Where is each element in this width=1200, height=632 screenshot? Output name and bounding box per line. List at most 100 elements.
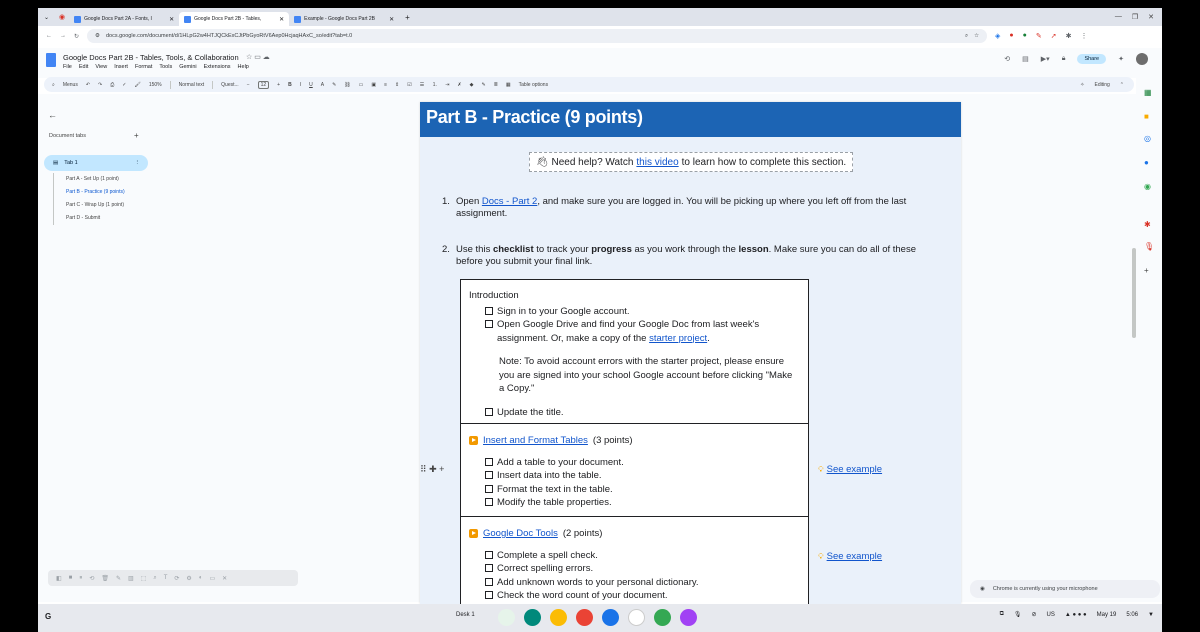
- checkbox[interactable]: [485, 457, 493, 466]
- see-example-link[interactable]: See example: [827, 551, 882, 562]
- border-color-icon[interactable]: ✎: [481, 82, 485, 88]
- menu-file[interactable]: File: [63, 64, 72, 70]
- menu-tools[interactable]: Tools: [159, 64, 172, 70]
- locale-label[interactable]: US: [1047, 612, 1055, 618]
- tab-options-icon[interactable]: ⋮: [135, 160, 149, 166]
- close-tab-icon[interactable]: ✕: [279, 16, 284, 23]
- close-window-icon[interactable]: ✕: [1148, 13, 1154, 21]
- checkbox[interactable]: [485, 306, 493, 315]
- omnibox[interactable]: ⚙ docs.google.com/document/d/1HLpG2w4HTJ…: [87, 29, 988, 43]
- editing-mode-select[interactable]: Editing: [1095, 82, 1110, 88]
- tasks-icon[interactable]: ◎: [1144, 134, 1151, 143]
- files-app-icon[interactable]: [602, 609, 619, 626]
- extension-rocket-icon[interactable]: ➚: [1051, 32, 1057, 40]
- classroom-app-icon[interactable]: [524, 609, 541, 626]
- bookmark-star-icon[interactable]: ☆: [974, 33, 979, 39]
- extension-shield-icon[interactable]: ◈: [995, 32, 1000, 40]
- minimize-icon[interactable]: —: [1115, 13, 1122, 21]
- checklist-icon[interactable]: ☑: [407, 82, 411, 88]
- fill-color-icon[interactable]: ◆: [470, 82, 474, 88]
- highlight-icon[interactable]: ✎: [332, 82, 336, 88]
- table-row[interactable]: Insert and Format Tables (3 points) Add a…: [461, 424, 808, 517]
- table-options-button[interactable]: Table options: [519, 82, 548, 88]
- bullet-list-icon[interactable]: ☰: [420, 82, 424, 88]
- contacts-icon[interactable]: ●: [1144, 158, 1149, 167]
- table-icon[interactable]: ▦: [506, 82, 511, 88]
- menu-help[interactable]: Help: [238, 64, 249, 70]
- avatar[interactable]: [1136, 53, 1148, 65]
- desk-label[interactable]: Desk 1: [456, 612, 475, 618]
- stop-icon[interactable]: ⊘: [1031, 611, 1036, 618]
- document-page[interactable]: Part B - Practice (9 points) 👋︎ Need hel…: [420, 102, 961, 604]
- forward-icon[interactable]: →: [60, 33, 66, 39]
- screencast-app-icon[interactable]: [680, 609, 697, 626]
- system-tray[interactable]: ⧉ 🎙︎ ⊘ US ▲ ● ● ● May 19 5:06 ▼: [1000, 611, 1154, 618]
- numbered-list-icon[interactable]: ⒈: [432, 81, 437, 88]
- image-icon[interactable]: ▣: [371, 82, 376, 88]
- menu-edit[interactable]: Edit: [79, 64, 88, 70]
- docs-logo-icon[interactable]: [46, 53, 56, 67]
- increase-font-icon[interactable]: +: [277, 82, 280, 88]
- faded-tool-icon[interactable]: ■: [69, 575, 73, 581]
- meet-icon[interactable]: ▶▾: [1041, 55, 1050, 63]
- sidebar-tab-1[interactable]: ▤ Tab 1 ⋮: [44, 155, 148, 171]
- phone-app-icon[interactable]: [498, 609, 515, 626]
- faded-tool-icon[interactable]: ⌕: [153, 575, 156, 582]
- close-tab-icon[interactable]: ✕: [169, 16, 174, 23]
- wifi-icon[interactable]: ▼: [1148, 612, 1154, 618]
- text-color-icon[interactable]: A: [321, 82, 324, 88]
- slides-app-icon[interactable]: [550, 609, 567, 626]
- docs-part-2-link[interactable]: Docs - Part 2: [482, 196, 537, 207]
- gemini-tool-icon[interactable]: ✧: [1080, 82, 1084, 88]
- border-width-icon[interactable]: ≣: [494, 82, 498, 88]
- lock-icon[interactable]: 🔒︎: [1062, 55, 1066, 63]
- print-icon[interactable]: ⎙: [110, 82, 114, 88]
- screenshot-icon[interactable]: ⧉: [1000, 611, 1004, 618]
- link-icon[interactable]: ⛓: [344, 82, 350, 88]
- add-addon-icon[interactable]: +: [1144, 266, 1149, 275]
- menu-view[interactable]: View: [95, 64, 107, 70]
- addon-red-icon[interactable]: ✱: [1144, 220, 1151, 229]
- gemini-icon[interactable]: ✦: [1118, 55, 1124, 63]
- back-icon[interactable]: ←: [46, 33, 52, 39]
- clear-format-icon[interactable]: ✗: [457, 82, 461, 88]
- faded-tool-icon[interactable]: ⟳: [174, 575, 179, 582]
- help-video-link[interactable]: this video: [636, 157, 678, 168]
- align-icon[interactable]: ≡: [384, 82, 387, 88]
- chrome-app-icon[interactable]: [576, 609, 593, 626]
- italic-icon[interactable]: I: [300, 82, 301, 88]
- status-icons[interactable]: ▲ ● ● ●: [1065, 612, 1087, 618]
- paint-format-icon[interactable]: 🖌︎: [134, 82, 140, 88]
- faded-tool-icon[interactable]: ⏸: [79, 575, 82, 582]
- extensions-puzzle-icon[interactable]: ✱: [1066, 32, 1072, 40]
- browser-tab-2[interactable]: Google Docs Part 2B - Tables, ✕: [179, 12, 290, 26]
- search-menus-icon[interactable]: ⌕: [52, 82, 55, 88]
- checkbox[interactable]: [485, 484, 493, 493]
- history-icon[interactable]: ⟲: [1004, 55, 1010, 63]
- zoom-icon[interactable]: ⌕: [965, 33, 968, 40]
- faded-tool-icon[interactable]: ▥: [128, 575, 134, 582]
- faded-tool-icon[interactable]: ▭: [209, 575, 215, 582]
- collapse-toolbar-icon[interactable]: ⌃: [1120, 82, 1124, 88]
- zoom-select[interactable]: 150%: [149, 82, 162, 88]
- star-icon[interactable]: ☆ ▭ ☁: [246, 53, 270, 61]
- line-spacing-icon[interactable]: ⇕: [395, 82, 399, 88]
- checkbox[interactable]: [485, 407, 493, 416]
- sheets-addon-icon[interactable]: ▦: [1144, 88, 1152, 97]
- checkbox[interactable]: [485, 591, 493, 599]
- font-select[interactable]: Quest...: [221, 82, 239, 88]
- comment-icon[interactable]: ▭: [359, 82, 364, 88]
- restore-icon[interactable]: ❐: [1132, 13, 1138, 21]
- checkbox[interactable]: [485, 320, 493, 328]
- extension-pen-icon[interactable]: ✎: [1036, 32, 1042, 40]
- underline-icon[interactable]: U: [309, 82, 313, 88]
- table-row[interactable]: Google Doc Tools (2 points) Complete a sp…: [461, 517, 808, 604]
- spellcheck-icon[interactable]: ✓: [122, 82, 126, 88]
- menu-extensions[interactable]: Extensions: [204, 64, 231, 70]
- faded-tool-icon[interactable]: 🗑︎: [101, 575, 109, 582]
- mic-tray-icon[interactable]: 🎙︎: [1014, 611, 1022, 618]
- checkbox[interactable]: [485, 564, 493, 572]
- font-size-input[interactable]: 12: [257, 80, 270, 89]
- new-tab-button[interactable]: +: [399, 13, 416, 22]
- see-example-link[interactable]: See example: [827, 464, 882, 475]
